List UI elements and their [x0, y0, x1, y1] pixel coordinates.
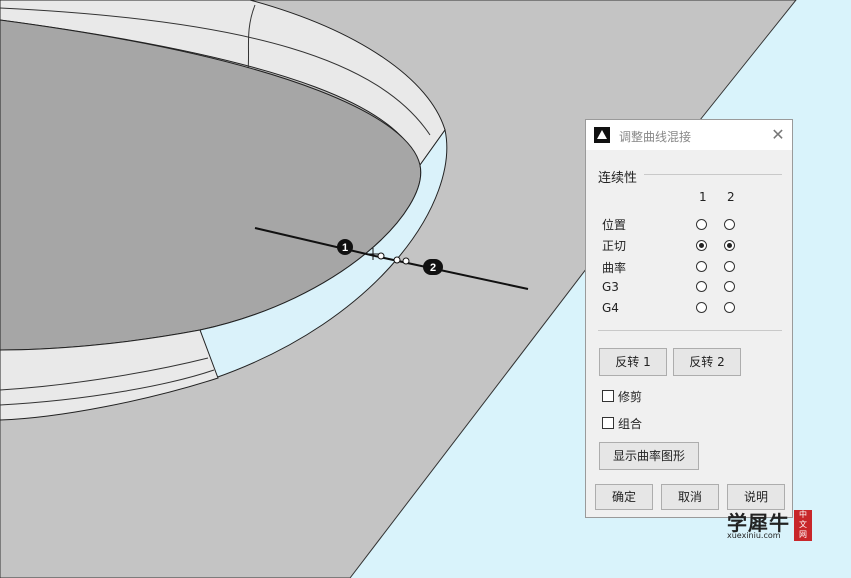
- dialog-title: 调整曲线混接: [619, 130, 692, 144]
- tangent-end1-radio[interactable]: [696, 240, 707, 251]
- reverse-2-button[interactable]: 反转 2: [673, 348, 741, 376]
- ok-button[interactable]: 确定: [595, 484, 653, 510]
- row-label-tangent: 正切: [602, 239, 627, 253]
- adjust-curve-blend-dialog[interactable]: 调整曲线混接 ✕ 连续性 1 2 位置 正切 曲率 G3 G4 反转 1 反转 …: [585, 119, 793, 518]
- reverse-1-button[interactable]: 反转 1: [599, 348, 667, 376]
- position-end1-radio[interactable]: [696, 219, 707, 230]
- trim-label: 修剪: [618, 390, 643, 404]
- seal-char: 中: [799, 510, 807, 519]
- g4-end1-radio[interactable]: [696, 302, 707, 313]
- rhino-app-icon: [594, 127, 610, 143]
- close-icon[interactable]: ✕: [768, 125, 788, 145]
- control-point[interactable]: [393, 256, 401, 264]
- column-head-1: 1: [699, 190, 707, 204]
- row-label-position: 位置: [602, 218, 627, 232]
- row-label-g3: G3: [602, 280, 619, 294]
- control-point[interactable]: [402, 257, 410, 265]
- dialog-titlebar[interactable]: 调整曲线混接 ✕: [586, 120, 792, 150]
- join-label: 组合: [618, 417, 643, 431]
- g4-end2-radio[interactable]: [724, 302, 735, 313]
- watermark-seal: 中 文 网: [794, 510, 812, 541]
- trim-checkbox[interactable]: [602, 390, 614, 402]
- point-2-label: 2: [430, 262, 436, 274]
- position-end2-radio[interactable]: [724, 219, 735, 230]
- section-divider: [598, 330, 782, 331]
- continuity-divider: [644, 174, 782, 175]
- seal-char: 文: [799, 520, 807, 529]
- tangent-end2-radio[interactable]: [724, 240, 735, 251]
- row-label-curvature: 曲率: [602, 261, 627, 275]
- g3-end2-radio[interactable]: [724, 281, 735, 292]
- continuity-label: 连续性: [598, 171, 638, 186]
- curvature-end1-radio[interactable]: [696, 261, 707, 272]
- seal-char: 网: [799, 530, 807, 539]
- column-head-2: 2: [727, 190, 735, 204]
- cancel-button[interactable]: 取消: [661, 484, 719, 510]
- show-curvature-graph-button[interactable]: 显示曲率图形: [599, 442, 699, 470]
- site-watermark: 学犀牛 xuexiniu.com 中 文 网: [723, 505, 817, 545]
- g3-end1-radio[interactable]: [696, 281, 707, 292]
- join-checkbox[interactable]: [602, 417, 614, 429]
- point-1-label: 1: [342, 242, 348, 254]
- curvature-end2-radio[interactable]: [724, 261, 735, 272]
- watermark-url: xuexiniu.com: [727, 531, 781, 540]
- row-label-g4: G4: [602, 301, 619, 315]
